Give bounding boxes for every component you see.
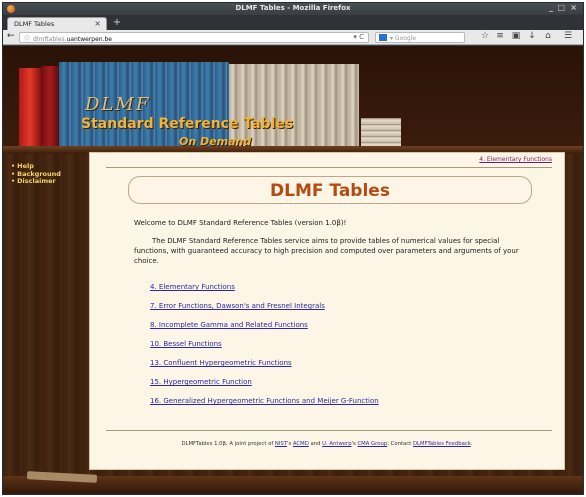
download-icon[interactable]: ↓: [525, 31, 539, 41]
book-spine: [361, 118, 401, 148]
divider: [106, 430, 552, 431]
title-bar: DLMF Tables - Mozilla Firefox _ □ ×: [3, 3, 583, 15]
reload-icon[interactable]: ▾ C: [353, 33, 364, 41]
footer-text: .: [470, 441, 473, 447]
logo-subtitle: Standard Reference Tables: [81, 116, 294, 132]
main-content: 4. Elementary Functions DLMF Tables Welc…: [89, 152, 565, 470]
menu-icon[interactable]: ☰: [561, 31, 575, 41]
window-title: DLMF Tables - Mozilla Firefox: [235, 4, 351, 12]
sidebar-nav: • Help • Background • Disclaimer: [11, 162, 89, 186]
intro-paragraph: The DLMF Standard Reference Tables servi…: [134, 237, 519, 265]
nist-link[interactable]: NIST: [275, 441, 287, 447]
top-nav-link[interactable]: 4. Elementary Functions: [479, 156, 552, 163]
maximize-button[interactable]: □: [557, 3, 565, 12]
back-arrow-icon[interactable]: ←: [7, 31, 15, 41]
dlmf-banner: DLMF Standard Reference Tables On Demand: [19, 60, 459, 148]
welcome-text: Welcome to DLMF Standard Reference Table…: [134, 219, 347, 227]
save-icon[interactable]: ▣: [509, 31, 523, 41]
function-links: 4. Elementary Functions 7. Error Functio…: [150, 283, 520, 416]
link-confluent-hypergeometric[interactable]: 13. Confluent Hypergeometric Functions: [150, 359, 520, 378]
title-box: DLMF Tables: [128, 176, 532, 204]
page-title: DLMF Tables: [270, 181, 390, 201]
site-info-icon[interactable]: ⓘ: [24, 36, 30, 43]
search-engine-icon[interactable]: [379, 34, 387, 41]
footer-text: DLMFTables 1.0β; A joint project of: [181, 441, 275, 447]
url-bar[interactable]: ⓘ dlmftables.uantwerpen.be ▾ C: [19, 32, 369, 43]
search-placeholder: ▾ Google: [390, 35, 417, 42]
link-hypergeometric-function[interactable]: 15. Hypergeometric Function: [150, 378, 520, 397]
browser-window: DLMF Tables - Mozilla Firefox _ □ × DLMF…: [2, 2, 584, 495]
link-incomplete-gamma[interactable]: 8. Incomplete Gamma and Related Function…: [150, 321, 520, 340]
link-bessel-functions[interactable]: 10. Bessel Functions: [150, 340, 520, 359]
search-bar[interactable]: ▾ Google: [375, 32, 465, 43]
tab-label: DLMF Tables: [14, 20, 55, 28]
tab-close-icon[interactable]: ×: [94, 19, 101, 28]
book-spine: [19, 68, 41, 148]
home-icon[interactable]: ⌂: [541, 31, 555, 41]
minimize-button[interactable]: _: [549, 3, 553, 12]
link-error-functions[interactable]: 7. Error Functions, Dawson's and Fresnel…: [150, 302, 520, 321]
footer-text: and: [308, 441, 323, 447]
bullet-icon: •: [11, 162, 16, 170]
bullet-icon: •: [11, 177, 16, 185]
sidebar-item-disclaimer[interactable]: • Disclaimer: [11, 177, 89, 186]
link-generalized-hypergeometric[interactable]: 16. Generalized Hypergeometric Functions…: [150, 397, 520, 416]
tab-dlmf-tables[interactable]: DLMF Tables ×: [7, 17, 107, 30]
divider: [106, 167, 552, 168]
url-prefix: dlmftables.: [33, 36, 67, 43]
page-viewport: DLMF Standard Reference Tables On Demand…: [3, 46, 583, 494]
new-tab-button[interactable]: +: [111, 17, 123, 29]
reader-icon[interactable]: ≡: [493, 31, 507, 41]
footer-text: ; Contact: [387, 441, 413, 447]
navigation-toolbar: ← ⓘ dlmftables.uantwerpen.be ▾ C ▾ Google…: [3, 30, 583, 45]
sidebar-item-label: Disclaimer: [17, 177, 56, 185]
url-host: uantwerpen.be: [66, 36, 112, 43]
bookmark-star-icon[interactable]: ☆: [478, 31, 492, 41]
tab-strip: DLMF Tables × +: [3, 15, 583, 30]
antwerp-link[interactable]: U. Antwerp: [322, 441, 351, 447]
book-spine: [41, 66, 59, 148]
link-elementary-functions[interactable]: 4. Elementary Functions: [150, 283, 520, 302]
footer: DLMFTables 1.0β; A joint project of NIST…: [90, 441, 564, 447]
close-window-button[interactable]: ×: [570, 3, 577, 12]
feedback-link[interactable]: DLMFTables Feedback: [413, 441, 471, 447]
cma-group-link[interactable]: CMA Group: [357, 441, 387, 447]
acmd-link[interactable]: ACMD: [293, 441, 309, 447]
dlmf-logo: DLMF: [85, 94, 151, 115]
